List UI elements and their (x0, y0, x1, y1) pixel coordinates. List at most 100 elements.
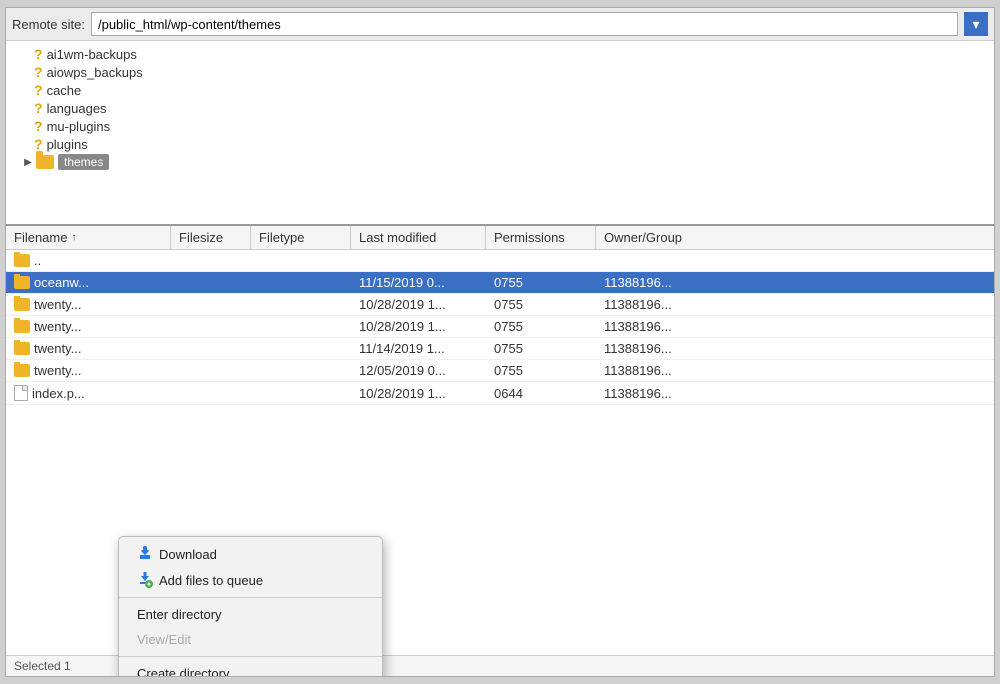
file-list-area: Filename ↑ Filesize Filetype Last modifi… (6, 226, 994, 676)
tree-item-plugins[interactable]: ? plugins (14, 135, 986, 153)
file-name-label: index.p... (32, 386, 85, 401)
tree-item-label: aiowps_backups (47, 65, 143, 80)
folder-icon (36, 155, 54, 169)
ctx-enter-directory-label: Enter directory (137, 607, 222, 622)
ctx-separator-1 (119, 597, 382, 598)
file-name-cell: oceanw... (6, 274, 171, 291)
file-name-cell: twenty... (6, 362, 171, 379)
file-type-cell (251, 370, 351, 372)
ctx-add-queue-label: Add files to queue (159, 573, 263, 588)
ctx-separator-2 (119, 656, 382, 657)
file-lastmod-cell: 10/28/2019 1... (351, 318, 486, 335)
tree-item-label: ai1wm-backups (47, 47, 137, 62)
tree-item-label: languages (47, 101, 107, 116)
directory-tree: ? ai1wm-backups ? aiowps_backups ? cache… (6, 41, 994, 226)
file-type-cell (251, 348, 351, 350)
folder-icon (14, 320, 30, 333)
tree-item-themes[interactable]: ▶ themes (14, 153, 986, 171)
add-queue-icon (137, 572, 153, 588)
col-filesize-label: Filesize (179, 230, 223, 245)
remote-path-dropdown-button[interactable]: ▾ (964, 12, 988, 36)
file-owner-cell (596, 260, 994, 262)
file-type-cell (251, 392, 351, 394)
file-owner-cell: 11388196... (596, 318, 994, 335)
tree-item-aiowps-backups[interactable]: ? aiowps_backups (14, 63, 986, 81)
file-size-cell (171, 260, 251, 262)
ctx-view-edit: View/Edit (119, 627, 382, 652)
file-owner-cell: 11388196... (596, 296, 994, 313)
table-row[interactable]: .. (6, 250, 994, 272)
file-name-cell: .. (6, 252, 171, 269)
folder-icon (14, 298, 30, 311)
question-icon: ? (34, 118, 43, 134)
col-header-filetype[interactable]: Filetype (251, 226, 351, 249)
file-name-cell: twenty... (6, 340, 171, 357)
file-name-cell: twenty... (6, 318, 171, 335)
table-row[interactable]: twenty... 10/28/2019 1... 0755 11388196.… (6, 294, 994, 316)
file-lastmod-cell: 10/28/2019 1... (351, 385, 486, 402)
tree-item-label: plugins (47, 137, 88, 152)
question-icon: ? (34, 136, 43, 152)
col-filename-label: Filename (14, 230, 67, 245)
file-lastmod-cell: 12/05/2019 0... (351, 362, 486, 379)
file-owner-cell: 11388196... (596, 385, 994, 402)
tree-item-label: themes (58, 154, 109, 170)
table-row[interactable]: twenty... 12/05/2019 0... 0755 11388196.… (6, 360, 994, 382)
remote-path-input[interactable] (91, 12, 958, 36)
ctx-create-directory[interactable]: Create directory (119, 661, 382, 676)
file-size-cell (171, 282, 251, 284)
col-header-lastmod[interactable]: Last modified (351, 226, 486, 249)
question-icon: ? (34, 82, 43, 98)
folder-icon (14, 276, 30, 289)
file-name-cell: index.p... (6, 384, 171, 402)
tree-item-label: mu-plugins (47, 119, 111, 134)
file-owner-cell: 11388196... (596, 340, 994, 357)
remote-site-label: Remote site: (12, 17, 85, 32)
file-size-cell (171, 304, 251, 306)
file-name-label: twenty... (34, 341, 81, 356)
question-icon: ? (34, 100, 43, 116)
tree-item-mu-plugins[interactable]: ? mu-plugins (14, 117, 986, 135)
table-row[interactable]: oceanw... 11/15/2019 0... 0755 11388196.… (6, 272, 994, 294)
file-type-cell (251, 326, 351, 328)
question-icon: ? (34, 64, 43, 80)
remote-bar: Remote site: ▾ (6, 8, 994, 41)
file-owner-cell: 11388196... (596, 362, 994, 379)
file-name-label: twenty... (34, 297, 81, 312)
col-header-ownergroup[interactable]: Owner/Group (596, 226, 994, 249)
file-name-label: .. (34, 253, 41, 268)
file-size-cell (171, 348, 251, 350)
table-row[interactable]: twenty... 10/28/2019 1... 0755 11388196.… (6, 316, 994, 338)
ctx-add-to-queue[interactable]: Add files to queue (119, 567, 382, 593)
file-owner-cell: 11388196... (596, 274, 994, 291)
chevron-down-icon: ▾ (972, 16, 979, 33)
table-row[interactable]: twenty... 11/14/2019 1... 0755 11388196.… (6, 338, 994, 360)
folder-icon (14, 254, 30, 267)
file-name-label: twenty... (34, 363, 81, 378)
file-permissions-cell: 0755 (486, 274, 596, 291)
col-header-permissions[interactable]: Permissions (486, 226, 596, 249)
download-icon (137, 546, 153, 562)
file-permissions-cell (486, 260, 596, 262)
file-lastmod-cell: 11/15/2019 0... (351, 274, 486, 291)
tree-item-label: cache (47, 83, 82, 98)
sort-arrow-icon: ↑ (71, 232, 76, 243)
col-header-filesize[interactable]: Filesize (171, 226, 251, 249)
col-filetype-label: Filetype (259, 230, 305, 245)
tree-item-languages[interactable]: ? languages (14, 99, 986, 117)
file-size-cell (171, 392, 251, 394)
col-permissions-label: Permissions (494, 230, 565, 245)
file-type-cell (251, 304, 351, 306)
tree-item-cache[interactable]: ? cache (14, 81, 986, 99)
table-row[interactable]: index.p... 10/28/2019 1... 0644 11388196… (6, 382, 994, 405)
file-type-cell (251, 260, 351, 262)
col-header-filename[interactable]: Filename ↑ (6, 226, 171, 249)
file-permissions-cell: 0755 (486, 362, 596, 379)
expand-arrow-icon: ▶ (22, 156, 34, 168)
ctx-enter-directory[interactable]: Enter directory (119, 602, 382, 627)
column-headers: Filename ↑ Filesize Filetype Last modifi… (6, 226, 994, 250)
ctx-create-directory-label: Create directory (137, 666, 229, 676)
tree-item-ai1wm-backups[interactable]: ? ai1wm-backups (14, 45, 986, 63)
file-permissions-cell: 0755 (486, 296, 596, 313)
ctx-download[interactable]: Download (119, 541, 382, 567)
